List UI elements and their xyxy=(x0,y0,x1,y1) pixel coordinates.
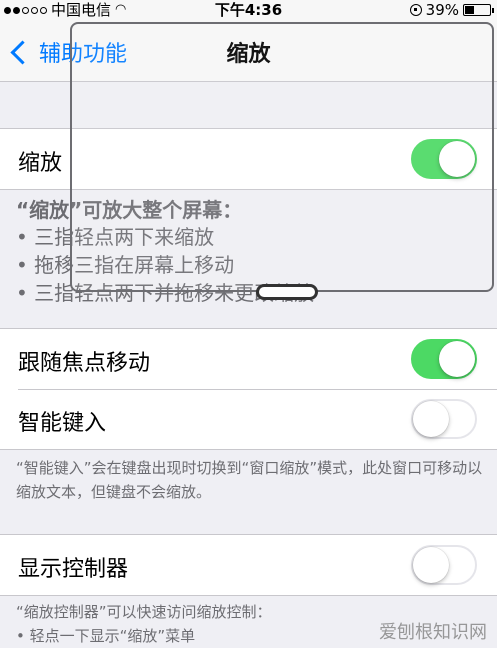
show-controller-label: 显示控制器 xyxy=(18,557,129,582)
zoom-window-lens[interactable] xyxy=(70,22,494,300)
smart-typing-label: 智能键入 xyxy=(18,411,107,436)
follow-focus-row: 跟随焦点移动 xyxy=(0,329,497,389)
watermark: 爱刨根知识网 xyxy=(379,622,487,643)
follow-focus-label: 跟随焦点移动 xyxy=(18,351,151,376)
toggle-knob xyxy=(413,401,449,437)
rotation-lock-icon xyxy=(409,4,422,16)
follow-focus-toggle[interactable] xyxy=(411,339,477,379)
smart-typing-footer: “智能键入”会在键盘出现时切换到“窗口缩放”模式，此处窗口可移动以缩放文本，但键… xyxy=(16,459,483,501)
battery-fill xyxy=(465,6,474,14)
toggle-knob xyxy=(413,547,449,583)
status-bar: 中国电信 ◠ 下午4:36 39% xyxy=(0,0,497,20)
smart-typing-row: 智能键入 xyxy=(0,389,497,449)
controller-group: 显示控制器 xyxy=(0,534,497,596)
smart-typing-toggle[interactable] xyxy=(411,399,477,439)
show-controller-row: 显示控制器 xyxy=(0,535,497,595)
zoom-label: 缩放 xyxy=(18,151,63,176)
battery-percent: 39% xyxy=(425,1,459,19)
toggle-knob xyxy=(439,341,475,377)
status-right: 39% xyxy=(409,0,494,20)
show-controller-toggle[interactable] xyxy=(411,545,477,585)
focus-typing-group: 跟随焦点移动 智能键入 xyxy=(0,328,497,450)
zoom-lens-handle[interactable] xyxy=(256,284,318,300)
battery-icon xyxy=(463,4,494,16)
